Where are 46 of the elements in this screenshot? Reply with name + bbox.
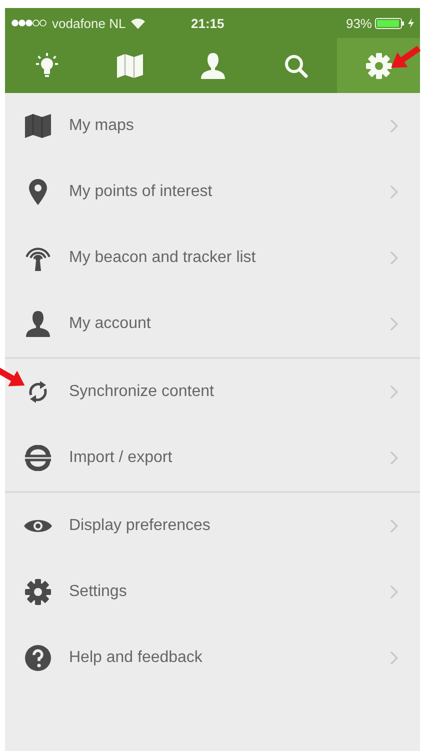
chevron-icon: [390, 385, 398, 399]
settings-tab[interactable]: [337, 38, 420, 93]
menu-item[interactable]: Synchronize content: [5, 359, 420, 425]
lightbulb-icon: [36, 52, 58, 78]
help-icon: [25, 645, 51, 671]
menu-item[interactable]: My beacon and tracker list: [5, 225, 420, 291]
chevron-icon: [390, 651, 398, 665]
carrier-name: vodafone NL: [52, 16, 126, 30]
search-icon: [284, 54, 308, 78]
map-icon: [25, 114, 51, 138]
signal-icon: [11, 18, 47, 28]
menu-label: Import / export: [69, 449, 174, 467]
location-pin-icon: [29, 179, 47, 205]
menu-item[interactable]: My points of interest: [5, 159, 420, 225]
menu-label: Settings: [69, 583, 128, 601]
menu-label: Synchronize content: [69, 383, 215, 401]
gear-icon: [25, 579, 51, 605]
menu-item[interactable]: My maps: [5, 93, 420, 159]
chevron-icon: [390, 119, 398, 133]
menu-item[interactable]: Display preferences: [5, 493, 420, 559]
menu-item[interactable]: My account: [5, 291, 420, 357]
menu-label: Help and feedback: [69, 649, 204, 667]
battery-icon: [375, 18, 405, 28]
person-icon: [200, 52, 224, 78]
chevron-icon: [390, 185, 398, 199]
menu-label: My account: [69, 315, 152, 333]
wifi-icon: [130, 18, 145, 28]
menu-item[interactable]: Help and feedback: [5, 625, 420, 691]
person-icon: [26, 311, 50, 337]
menu-label: My beacon and tracker list: [69, 249, 257, 267]
import-export-icon: [24, 445, 52, 471]
chevron-icon: [390, 251, 398, 265]
chevron-icon: [390, 317, 398, 331]
menu-item[interactable]: Settings: [5, 559, 420, 625]
clock-time: 21:15: [191, 16, 226, 30]
sync-icon: [26, 380, 50, 404]
chevron-icon: [390, 451, 398, 465]
eye-icon: [24, 517, 52, 535]
menu-item[interactable]: Import / export: [5, 425, 420, 491]
map-icon: [116, 54, 142, 78]
chevron-icon: [390, 585, 398, 599]
battery-percent: 93%: [346, 16, 372, 30]
menu-label: My maps: [69, 117, 135, 135]
menu-label: My points of interest: [69, 183, 214, 201]
chevron-icon: [390, 519, 398, 533]
menu-label: Display preferences: [69, 517, 212, 535]
